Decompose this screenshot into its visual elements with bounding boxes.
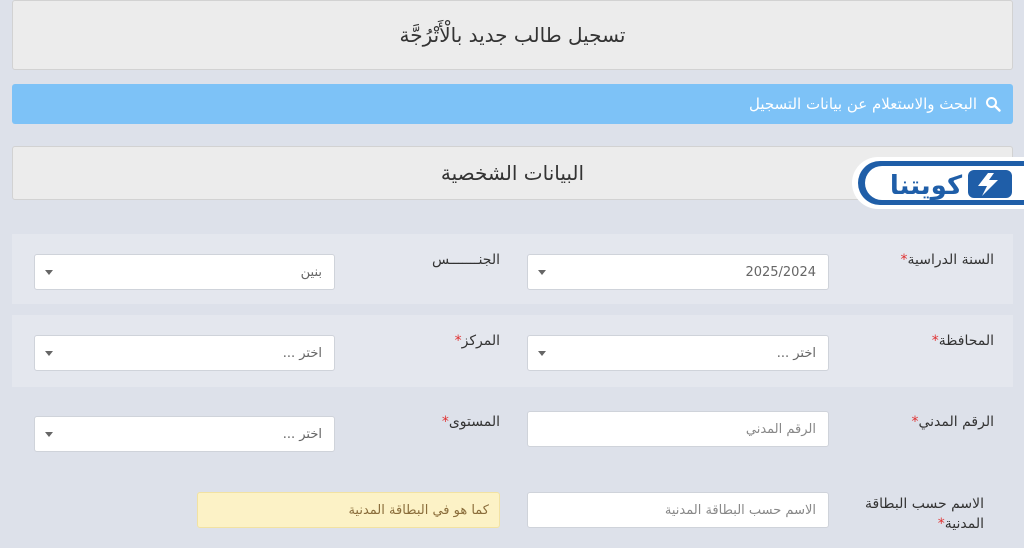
chevron-down-icon [45,270,53,275]
kuwaitna-logo: كويتنا [852,157,1024,209]
civil-id-input[interactable]: الرقم المدني [527,411,829,447]
center-select[interactable]: اختر ... [34,335,335,371]
page-title-panel: تسجيل طالب جديد بالْأَتْرُجَّة [12,0,1013,70]
gender-select[interactable]: بنين [34,254,335,290]
search-registration-bar[interactable]: البحث والاستعلام عن بيانات التسجيل [12,84,1013,124]
name-hint: كما هو في البطاقة المدنية [197,492,500,528]
level-label: المستوى* [441,414,500,430]
gender-label: الجنـــــــس [432,252,500,268]
search-registration-label: البحث والاستعلام عن بيانات التسجيل [748,95,977,113]
governorate-select[interactable]: اختر ... [527,335,829,371]
logo-text: كويتنا [890,171,963,201]
center-label: المركز* [454,333,500,349]
chevron-down-icon [45,432,53,437]
chevron-down-icon [538,351,546,356]
section-title: البيانات الشخصية [440,161,585,185]
name-label: الاسم حسب البطاقة المدنية* [864,496,984,532]
academic-year-label: السنة الدراسية* [900,252,994,268]
chevron-down-icon [45,351,53,356]
search-icon [986,97,1001,112]
governorate-label: المحافظة* [931,333,994,349]
page-title: تسجيل طالب جديد بالْأَتْرُجَّة [399,23,626,47]
civil-id-label: الرقم المدني* [911,414,994,430]
chevron-down-icon [538,270,546,275]
name-input[interactable]: الاسم حسب البطاقة المدنية [527,492,829,528]
academic-year-select[interactable]: 2025/2024 [527,254,829,290]
level-select[interactable]: اختر ... [34,416,335,452]
